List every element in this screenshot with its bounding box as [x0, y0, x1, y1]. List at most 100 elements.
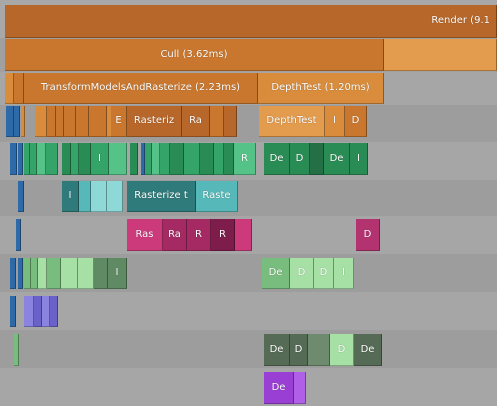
render-bar[interactable]: Render (9.1: [5, 5, 497, 38]
small-bar[interactable]: [10, 258, 16, 289]
r-label: R: [195, 228, 202, 240]
e-bar[interactable]: E: [111, 106, 127, 137]
small-bar[interactable]: [47, 258, 61, 289]
rasterize-bar[interactable]: Raste: [196, 181, 238, 212]
small-bar[interactable]: [130, 143, 138, 175]
small-bar[interactable]: [18, 143, 23, 175]
small-bar[interactable]: [38, 258, 47, 289]
small-bar[interactable]: [160, 143, 170, 175]
small-bar[interactable]: [145, 143, 152, 175]
small-bar[interactable]: [34, 296, 42, 327]
small-bar[interactable]: [5, 73, 14, 104]
depthtest-bar[interactable]: DepthTest (1.20ms): [258, 73, 384, 104]
de-label: De: [269, 343, 284, 355]
rasterize-bar[interactable]: Rasteriz: [127, 106, 182, 137]
small-bar[interactable]: [18, 258, 23, 289]
ra-bar[interactable]: Ra: [163, 219, 187, 251]
small-bar[interactable]: [89, 106, 107, 137]
small-bar[interactable]: [30, 143, 37, 175]
de-bar[interactable]: De: [324, 143, 350, 175]
d-bar[interactable]: D: [290, 334, 308, 366]
small-bar[interactable]: [78, 258, 94, 289]
small-bar[interactable]: [224, 143, 234, 175]
small-bar[interactable]: [56, 106, 64, 137]
de-bar[interactable]: De: [264, 372, 294, 404]
small-bar[interactable]: [91, 181, 107, 212]
small-bar[interactable]: [10, 143, 17, 175]
small-bar[interactable]: [61, 258, 78, 289]
rasterize-bar[interactable]: Ra: [182, 106, 210, 137]
small-bar[interactable]: [47, 106, 56, 137]
small-bar[interactable]: [14, 334, 19, 366]
small-bar[interactable]: [310, 143, 324, 175]
d-bar[interactable]: D: [330, 334, 354, 366]
small-bar[interactable]: [107, 181, 123, 212]
small-bar[interactable]: [42, 296, 50, 327]
d-bar[interactable]: D: [356, 219, 380, 251]
small-bar[interactable]: [6, 106, 14, 137]
ras-bar[interactable]: Ras: [127, 219, 163, 251]
de-bar[interactable]: De: [264, 334, 290, 366]
transform-models-and-rasterize-bar[interactable]: TransformModelsAndRasterize (2.23ms): [24, 73, 258, 104]
rasterize-bar[interactable]: Rasterize t: [127, 181, 196, 212]
i-bar[interactable]: I: [108, 258, 127, 289]
r-label: R: [219, 228, 226, 240]
small-bar[interactable]: [170, 143, 184, 175]
small-bar[interactable]: [235, 219, 252, 251]
d-bar[interactable]: D: [290, 258, 314, 289]
small-bar[interactable]: [62, 143, 71, 175]
small-bar[interactable]: [294, 372, 306, 404]
d-label: D: [319, 267, 328, 278]
small-bar[interactable]: [200, 143, 214, 175]
de-bar[interactable]: De: [264, 143, 290, 175]
ras-label: Ras: [135, 228, 154, 240]
small-bar[interactable]: [21, 106, 25, 137]
r-bar[interactable]: R: [234, 143, 256, 175]
i-bar[interactable]: I: [91, 143, 109, 175]
small-bar[interactable]: [79, 181, 91, 212]
r-bar[interactable]: R: [211, 219, 235, 251]
i-bar[interactable]: I: [350, 143, 368, 175]
cull-bar[interactable]: Cull (3.62ms): [5, 39, 384, 71]
de-bar[interactable]: De: [354, 334, 382, 366]
d-bar[interactable]: D: [345, 106, 367, 137]
d-bar[interactable]: D: [314, 258, 334, 289]
small-bar[interactable]: [79, 143, 91, 175]
small-bar[interactable]: [184, 143, 200, 175]
de-bar[interactable]: De: [262, 258, 290, 289]
small-bar[interactable]: [224, 106, 237, 137]
small-bar[interactable]: [46, 143, 58, 175]
small-bar[interactable]: [152, 143, 160, 175]
d-label: D: [363, 228, 372, 240]
small-bar[interactable]: [14, 106, 20, 137]
track-row-11: [0, 368, 497, 406]
small-bar[interactable]: [35, 106, 47, 137]
d-bar[interactable]: D: [290, 143, 310, 175]
small-bar[interactable]: [24, 296, 34, 327]
i-bar[interactable]: I: [325, 106, 345, 137]
render-sibling-bar[interactable]: [384, 39, 497, 71]
rasterize-label: Ra: [189, 115, 202, 126]
small-bar[interactable]: [14, 73, 24, 104]
de-label: De: [271, 381, 286, 393]
small-bar[interactable]: [109, 143, 127, 175]
small-bar[interactable]: [64, 106, 76, 137]
small-bar[interactable]: [50, 296, 58, 327]
small-bar[interactable]: [210, 106, 224, 137]
small-bar[interactable]: [31, 258, 38, 289]
small-bar[interactable]: [94, 258, 108, 289]
small-bar[interactable]: [24, 258, 31, 289]
small-bar[interactable]: [214, 143, 224, 175]
small-bar[interactable]: [76, 106, 89, 137]
small-bar[interactable]: [71, 143, 79, 175]
small-bar[interactable]: [16, 219, 21, 251]
small-bar[interactable]: [10, 296, 16, 327]
small-bar[interactable]: [37, 143, 46, 175]
i-bar[interactable]: I: [334, 258, 354, 289]
r-bar[interactable]: R: [187, 219, 211, 251]
small-bar[interactable]: [308, 334, 330, 366]
depthtest-bar[interactable]: DepthTest: [259, 106, 325, 137]
small-bar[interactable]: [18, 181, 24, 212]
track-row-10: [0, 330, 497, 368]
i-bar[interactable]: I: [62, 181, 79, 212]
